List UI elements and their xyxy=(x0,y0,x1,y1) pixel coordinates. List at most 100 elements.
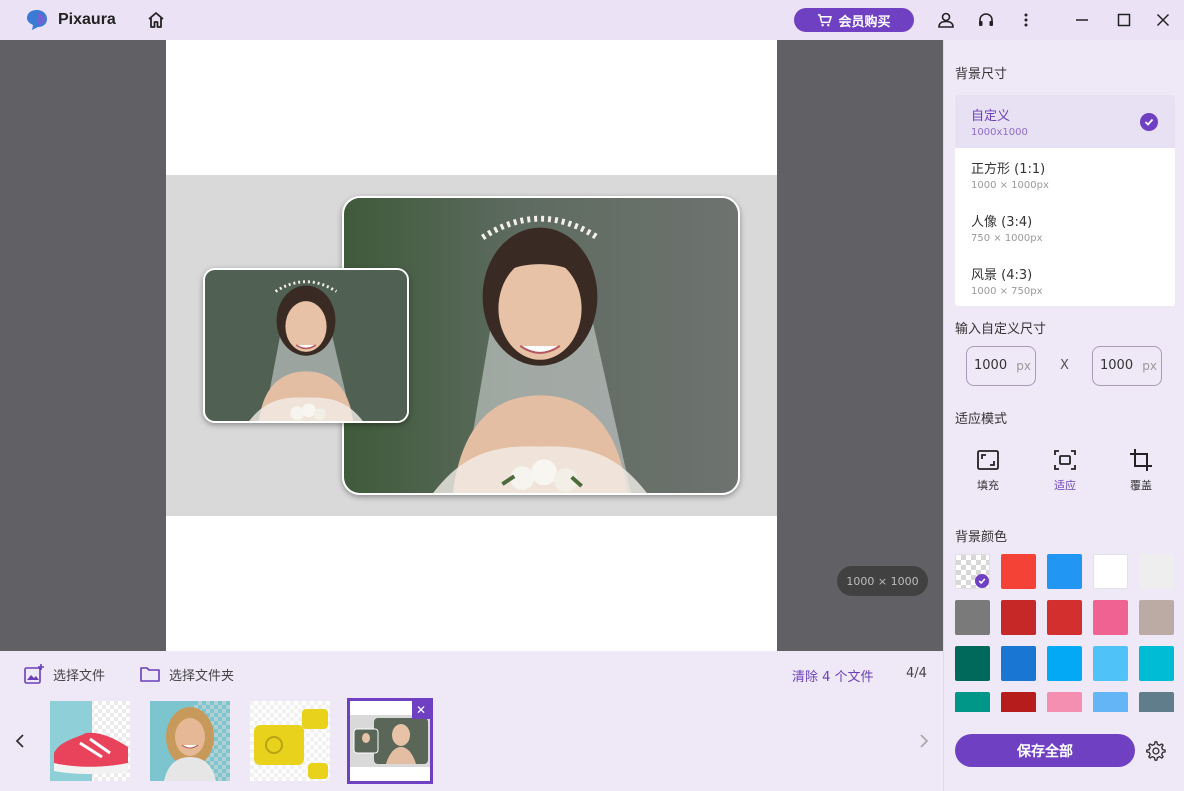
chevron-right-icon xyxy=(920,734,929,748)
size-option-name: 正方形 (1:1) xyxy=(971,162,1046,177)
color-swatch[interactable] xyxy=(1047,600,1082,635)
home-button[interactable] xyxy=(143,7,169,33)
maximize-icon xyxy=(1117,13,1131,27)
color-swatch[interactable] xyxy=(955,600,990,635)
thumbnail-bride-selected[interactable]: ✕ xyxy=(347,698,433,784)
color-swatch[interactable] xyxy=(1047,554,1082,589)
fit-mode-cover-button[interactable]: 覆盖 xyxy=(1106,447,1176,497)
custom-size-title: 输入自定义尺寸 xyxy=(955,322,1047,337)
fit-mode-fill-button[interactable]: 填充 xyxy=(953,447,1023,497)
select-folder-button[interactable]: 选择文件夹 xyxy=(139,663,234,685)
height-input[interactable]: 1000 px xyxy=(1092,346,1162,386)
color-swatch[interactable] xyxy=(1001,646,1036,681)
size-option-dim: 1000 × 1000px xyxy=(971,180,1049,191)
clear-files-link[interactable]: 清除 4 个文件 xyxy=(792,666,874,685)
settings-button[interactable] xyxy=(1143,739,1167,763)
check-icon xyxy=(1140,113,1158,131)
select-file-button[interactable]: 选择文件 xyxy=(23,663,105,685)
width-unit: px xyxy=(1016,359,1031,373)
size-option-dim: 1000 × 750px xyxy=(971,286,1043,297)
select-file-label: 选择文件 xyxy=(53,668,106,684)
image-background-band xyxy=(166,175,777,516)
size-option-landscape[interactable]: 风景 (4:3) 1000 × 750px xyxy=(955,254,1175,306)
color-swatch[interactable] xyxy=(1001,554,1036,589)
support-button[interactable] xyxy=(974,8,998,32)
color-swatch[interactable] xyxy=(1139,692,1174,712)
settings-panel: 背景尺寸 自定义 1000x1000 正方形 (1:1) 1000 × 1000… xyxy=(943,40,1184,791)
canvas-size-label: 1000 × 1000 xyxy=(837,566,928,596)
thumbnail-sneaker[interactable] xyxy=(50,701,130,781)
save-all-button[interactable]: 保存全部 xyxy=(955,734,1135,767)
fit-mode-fit-button[interactable]: 适应 xyxy=(1030,447,1100,497)
fill-icon xyxy=(977,450,999,470)
next-button[interactable] xyxy=(915,729,933,753)
color-swatch[interactable] xyxy=(1093,692,1128,712)
size-option-portrait[interactable]: 人像 (3:4) 750 × 1000px xyxy=(955,201,1175,254)
headset-icon xyxy=(979,13,993,26)
home-icon xyxy=(148,12,164,28)
fit-mode-cover-label: 覆盖 xyxy=(1130,479,1152,492)
vip-purchase-button[interactable]: 会员购买 xyxy=(794,8,914,32)
fit-mode-fill-label: 填充 xyxy=(977,479,999,492)
color-swatch[interactable] xyxy=(1139,646,1174,681)
size-option-dim: 750 × 1000px xyxy=(971,233,1043,244)
prev-button[interactable] xyxy=(11,729,29,753)
color-swatch[interactable] xyxy=(1093,554,1128,589)
color-swatch[interactable] xyxy=(1093,600,1128,635)
title-bar: Pixaura 会员购买 xyxy=(0,0,1184,40)
color-swatch[interactable] xyxy=(1093,646,1128,681)
bg-color-title: 背景颜色 xyxy=(955,530,1008,545)
account-button[interactable] xyxy=(934,8,958,32)
app-name: Pixaura xyxy=(58,11,116,28)
preview-canvas xyxy=(166,40,777,651)
width-value: 1000 xyxy=(974,358,1008,373)
size-option-square[interactable]: 正方形 (1:1) 1000 × 1000px xyxy=(955,148,1175,201)
folder-icon xyxy=(140,667,160,682)
height-unit: px xyxy=(1142,359,1157,373)
thumbnail-yellow-bag[interactable] xyxy=(250,701,330,781)
close-icon xyxy=(1156,13,1170,27)
gear-icon xyxy=(1146,741,1166,761)
size-option-custom[interactable]: 自定义 1000x1000 xyxy=(955,95,1175,148)
bride-photo-small xyxy=(203,268,409,423)
width-input[interactable]: 1000 px xyxy=(966,346,1036,386)
file-counter: 4/4 xyxy=(906,666,927,681)
size-option-name: 人像 (3:4) xyxy=(971,215,1033,230)
chevron-left-icon xyxy=(15,734,24,748)
color-swatch[interactable] xyxy=(1047,692,1082,712)
check-icon xyxy=(975,574,989,588)
more-vertical-icon xyxy=(1024,13,1028,27)
minimize-icon xyxy=(1076,19,1088,21)
bg-size-title: 背景尺寸 xyxy=(955,67,1008,82)
minimize-button[interactable] xyxy=(1070,8,1094,32)
color-swatch[interactable] xyxy=(955,646,990,681)
add-image-icon xyxy=(24,664,44,684)
color-swatch[interactable] xyxy=(955,692,990,712)
cart-icon xyxy=(818,13,833,26)
fit-icon xyxy=(1054,450,1076,470)
user-icon xyxy=(938,12,954,28)
color-swatch[interactable] xyxy=(1047,646,1082,681)
file-bar: 选择文件 选择文件夹 清除 4 个文件 4/4 ✕ xyxy=(0,651,943,791)
vip-purchase-label: 会员购买 xyxy=(838,14,891,30)
logo-icon xyxy=(27,10,47,30)
color-swatch[interactable] xyxy=(1001,692,1036,712)
color-swatch[interactable] xyxy=(1001,600,1036,635)
size-option-dim: 1000x1000 xyxy=(971,127,1028,138)
color-swatch[interactable] xyxy=(1139,600,1174,635)
dimension-separator: X xyxy=(1060,358,1069,373)
remove-thumbnail-button[interactable]: ✕ xyxy=(412,701,430,719)
height-value: 1000 xyxy=(1100,358,1134,373)
preview-area xyxy=(0,40,943,651)
color-swatch[interactable] xyxy=(1139,554,1174,589)
more-menu-button[interactable] xyxy=(1014,8,1038,32)
maximize-button[interactable] xyxy=(1112,8,1136,32)
color-swatch-transparent[interactable] xyxy=(955,554,990,589)
thumbnail-portrait[interactable] xyxy=(150,701,230,781)
select-folder-label: 选择文件夹 xyxy=(169,668,235,684)
crop-icon xyxy=(1130,449,1152,471)
fit-mode-fit-label: 适应 xyxy=(1054,479,1076,492)
size-option-name: 风景 (4:3) xyxy=(971,268,1033,283)
fit-mode-title: 适应模式 xyxy=(955,412,1008,427)
close-window-button[interactable] xyxy=(1151,8,1175,32)
